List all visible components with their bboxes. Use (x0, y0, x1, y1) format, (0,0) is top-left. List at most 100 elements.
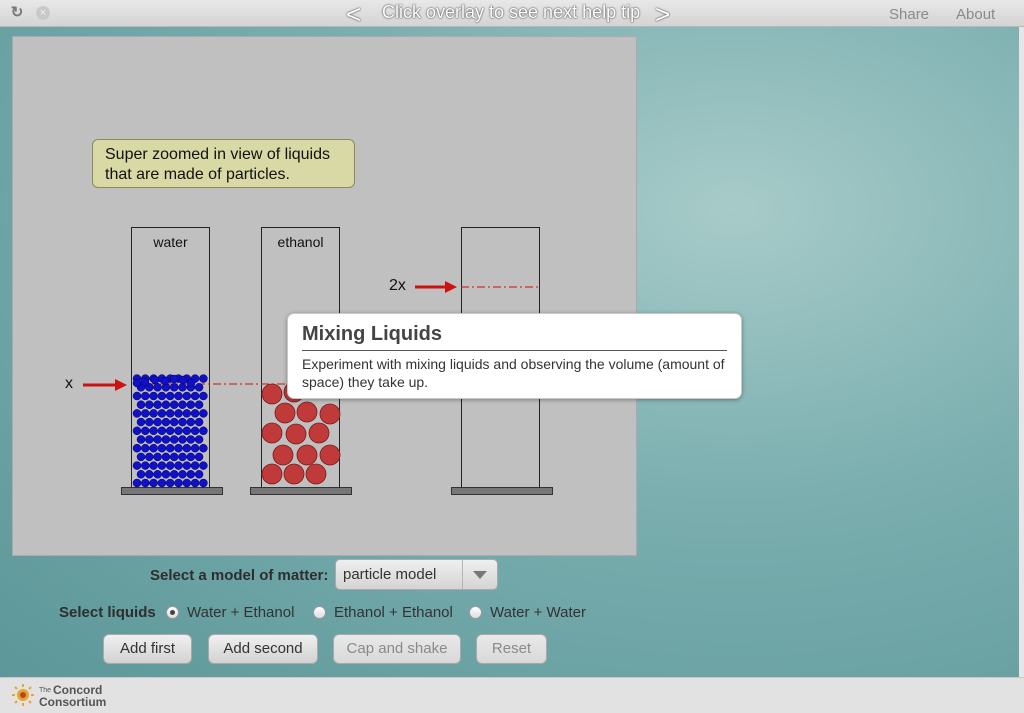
water-particle (174, 391, 183, 401)
water-particle (149, 409, 158, 418)
ethanol-particle (283, 463, 305, 485)
about-link[interactable]: About (956, 6, 995, 23)
ethanol-particle (261, 383, 283, 405)
water-particle (182, 443, 192, 453)
top-toolbar: ↻ × < Click overlay to see next help tip… (0, 0, 1024, 30)
cap-and-shake-button[interactable]: Cap and shake (333, 634, 461, 664)
ethanol-particle (319, 444, 341, 466)
close-icon[interactable]: × (36, 6, 50, 20)
water-particle (153, 400, 162, 409)
add-second-button[interactable]: Add second (208, 634, 318, 664)
water-particle (174, 426, 183, 436)
water-particle (161, 452, 171, 462)
water-particle (132, 391, 142, 401)
water-particle (132, 426, 142, 436)
arrow-2x-head (445, 281, 457, 293)
radio-label: Water + Water (490, 604, 586, 621)
arrow-x-head (115, 379, 127, 391)
ethanol-particle (274, 402, 296, 424)
model-select[interactable]: particle model (335, 559, 498, 590)
chevron-down-icon[interactable] (462, 560, 497, 589)
water-particle (194, 470, 204, 479)
reload-icon[interactable]: ↻ (9, 5, 25, 21)
popup-body: Experiment with mixing liquids and obser… (302, 356, 725, 390)
logo-text: The (39, 687, 52, 694)
water-particle (194, 383, 204, 392)
footer: The Concord Consortium (0, 677, 1024, 713)
water-particle (190, 443, 200, 453)
water-particle (157, 478, 167, 488)
water-particle (141, 461, 150, 470)
water-particle (169, 417, 179, 427)
water-particle (190, 426, 200, 436)
ethanol-particle (319, 403, 341, 425)
water-particle (157, 409, 167, 418)
water-particle (132, 409, 142, 418)
water-particle (169, 400, 179, 409)
water-particle (178, 417, 187, 427)
water-particle (186, 452, 196, 462)
ethanol-particle (261, 463, 283, 485)
water-particle (178, 435, 187, 444)
water-particle (145, 452, 154, 462)
water-particle (150, 375, 160, 385)
radio-circle[interactable] (313, 606, 326, 619)
add-first-button[interactable]: Add first (103, 634, 192, 664)
water-particle (169, 452, 179, 462)
water-particle (165, 426, 175, 436)
water-particle (141, 409, 150, 418)
water-particle (149, 478, 158, 488)
logo-text: Consortium (39, 695, 107, 709)
help-prev-button[interactable]: < (346, 0, 361, 30)
water-particle (190, 409, 200, 418)
water-particle (178, 400, 187, 409)
water-particle (199, 461, 208, 470)
water-particle (160, 376, 170, 386)
help-tip-text[interactable]: Click overlay to see next help tip (382, 2, 640, 23)
help-next-button[interactable]: > (655, 0, 670, 30)
water-particle (153, 435, 162, 444)
water-particle (136, 435, 146, 444)
water-particle (153, 470, 162, 479)
model-select-value: particle model (343, 566, 437, 583)
ethanol-particle (272, 444, 294, 466)
radio-circle[interactable] (469, 606, 482, 619)
radio-label: Ethanol + Ethanol (334, 604, 453, 621)
water-particle (186, 417, 196, 427)
water-particle (145, 400, 154, 409)
water-particle (145, 470, 154, 479)
water-particle (194, 417, 204, 427)
water-particle (161, 400, 171, 409)
water-particle (140, 377, 150, 387)
popup-divider (302, 350, 727, 351)
water-particle (132, 378, 142, 388)
water-particle (157, 391, 167, 401)
water-particle (157, 426, 167, 436)
water-particle (136, 417, 146, 427)
water-particle (199, 426, 208, 436)
water-particle (161, 417, 171, 427)
help-overlay-popup[interactable]: Mixing Liquids Experiment with mixing li… (287, 313, 742, 399)
water-particle (165, 443, 175, 453)
reset-button[interactable]: Reset (476, 634, 547, 664)
water-particle (157, 461, 167, 470)
water-particle (165, 478, 175, 488)
water-particle (153, 383, 162, 392)
water-particle (186, 435, 196, 444)
particles-layer (83, 281, 538, 488)
water-particle (141, 426, 150, 436)
water-particles (132, 374, 208, 488)
simulation-canvas: Super zoomed in view of liquids that are… (12, 36, 637, 556)
ethanol-particle (261, 422, 283, 444)
water-particle (174, 461, 183, 470)
water-particle (178, 470, 187, 479)
share-link[interactable]: Share (889, 6, 929, 23)
water-particle (165, 391, 175, 401)
water-particle (169, 374, 179, 384)
water-particle (190, 478, 200, 488)
water-particle (194, 400, 204, 409)
ethanol-particle (285, 423, 307, 445)
water-particle (169, 383, 179, 392)
water-particle (132, 443, 142, 453)
radio-circle[interactable] (166, 606, 179, 619)
